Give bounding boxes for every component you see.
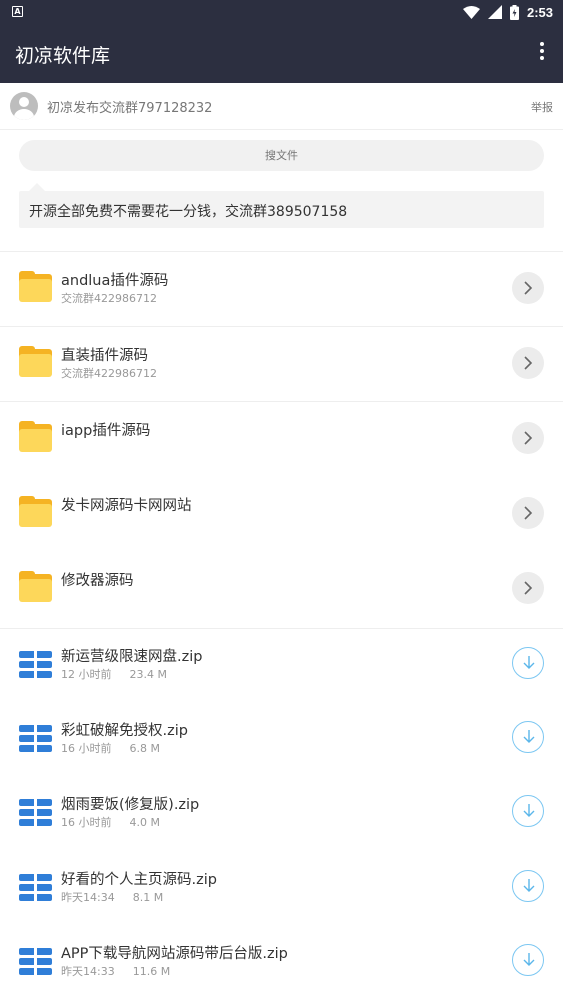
chevron-right-icon[interactable] (512, 422, 544, 454)
chevron-right-icon[interactable] (512, 497, 544, 529)
folder-name: iapp插件源码 (61, 423, 151, 439)
file-name: 好看的个人主页源码.zip (61, 872, 217, 888)
file-size: 4.0 M (129, 816, 160, 829)
download-icon[interactable] (512, 647, 544, 679)
folder-name: andlua插件源码 (61, 273, 169, 289)
file-meta: 昨天14:34 8.1 M (61, 889, 163, 905)
folder-name: 修改器源码 (61, 573, 134, 589)
folder-subtitle: 交流群422986712 (61, 367, 157, 380)
zip-file-icon (19, 799, 52, 827)
folder-name: 直装插件源码 (61, 348, 148, 364)
zip-file-icon (19, 874, 52, 902)
folder-name: 发卡网源码卡网网站 (61, 498, 192, 514)
file-size: 8.1 M (132, 891, 164, 904)
clock: 2:53 (526, 4, 553, 20)
folder-subtitle: 交流群422986712 (61, 292, 157, 305)
download-icon[interactable] (512, 944, 544, 976)
file-size: 6.8 M (129, 742, 160, 755)
more-vert-icon[interactable] (539, 42, 545, 64)
owner-name: 初凉发布交流群797128232 (47, 101, 213, 116)
download-icon[interactable] (512, 870, 544, 902)
chevron-right-icon[interactable] (512, 272, 544, 304)
file-name: 烟雨要饭(修复版).zip (61, 797, 200, 813)
wifi-icon (462, 5, 480, 19)
file-time: 昨天14:34 (61, 891, 115, 904)
notice-text: 开源全部免费不需要花一分钱，交流群389507158 (29, 204, 348, 220)
report-button[interactable]: 举报 (531, 99, 553, 115)
avatar[interactable] (10, 92, 38, 120)
folder-row[interactable]: andlua插件源码 交流群422986712 (0, 251, 563, 326)
file-meta: 16 小时前 6.8 M (61, 740, 160, 756)
zip-file-icon (19, 651, 52, 679)
file-size: 11.6 M (132, 965, 171, 978)
folder-icon (19, 271, 52, 302)
app-bar: 初凉软件库 (0, 24, 563, 83)
folder-row[interactable]: iapp插件源码 (0, 401, 563, 476)
folder-row[interactable]: 修改器源码 (0, 551, 563, 626)
folder-row[interactable]: 直装插件源码 交流群422986712 (0, 326, 563, 401)
folder-row[interactable]: 发卡网源码卡网网站 (0, 476, 563, 551)
search-input[interactable] (19, 140, 544, 171)
file-name: 彩虹破解免授权.zip (61, 723, 188, 739)
file-row[interactable]: 好看的个人主页源码.zip 昨天14:34 8.1 M (0, 850, 563, 925)
folder-icon (19, 346, 52, 377)
file-row[interactable]: 彩虹破解免授权.zip 16 小时前 6.8 M (0, 701, 563, 776)
folder-icon (19, 571, 52, 602)
file-time: 16 小时前 (61, 816, 112, 829)
battery-icon (509, 4, 519, 20)
download-icon[interactable] (512, 721, 544, 753)
file-name: 新运营级限速网盘.zip (61, 649, 203, 665)
file-meta: 昨天14:33 11.6 M (61, 963, 170, 979)
download-icon[interactable] (512, 795, 544, 827)
chevron-right-icon[interactable] (512, 572, 544, 604)
zip-file-icon (19, 948, 52, 976)
file-time: 12 小时前 (61, 668, 112, 681)
file-meta: 12 小时前 23.4 M (61, 666, 167, 682)
folder-icon (19, 496, 52, 527)
file-time: 16 小时前 (61, 742, 112, 755)
file-row[interactable]: APP下载导航网站源码带后台版.zip 昨天14:33 11.6 M (0, 924, 563, 999)
notice-bubble: 开源全部免费不需要花一分钱，交流群389507158 (19, 183, 544, 228)
file-meta: 16 小时前 4.0 M (61, 814, 160, 830)
owner-row: 初凉发布交流群797128232 举报 (0, 83, 563, 130)
chevron-right-icon[interactable] (512, 347, 544, 379)
folder-icon (19, 421, 52, 452)
app-title: 初凉软件库 (15, 45, 111, 67)
signal-icon (487, 5, 502, 19)
file-name: APP下载导航网站源码带后台版.zip (61, 946, 288, 962)
file-size: 23.4 M (129, 668, 167, 681)
status-bar: A 2:53 (0, 0, 563, 24)
notification-icon: A (12, 6, 23, 17)
file-time: 昨天14:33 (61, 965, 115, 978)
file-row[interactable]: 烟雨要饭(修复版).zip 16 小时前 4.0 M (0, 775, 563, 850)
file-row[interactable]: 新运营级限速网盘.zip 12 小时前 23.4 M (0, 627, 563, 702)
zip-file-icon (19, 725, 52, 753)
status-icons: 2:53 (462, 3, 553, 21)
